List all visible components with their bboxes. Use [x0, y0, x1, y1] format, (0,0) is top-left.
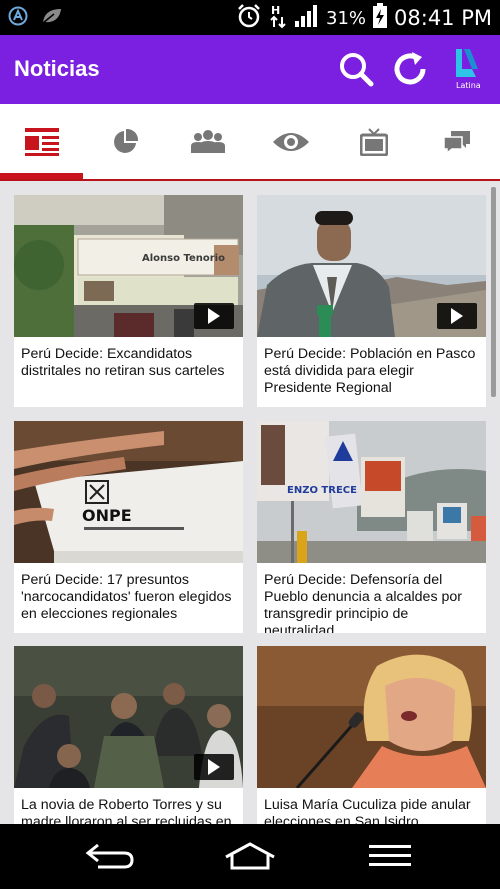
play-icon — [451, 308, 463, 324]
tab-watch[interactable] — [249, 104, 332, 179]
clock: 08:41 PM — [394, 6, 492, 30]
tab-tv[interactable] — [332, 104, 415, 179]
news-title: Perú Decide: Defensoría del Pueblo denun… — [264, 572, 462, 633]
tab-comments[interactable] — [415, 104, 498, 179]
back-button[interactable] — [80, 836, 140, 876]
news-title: Perú Decide: Excandidatos distritales no… — [21, 346, 225, 379]
news-card[interactable]: Alonso Tenorio Perú Decide: Excandidatos… — [14, 195, 243, 407]
news-thumbnail — [257, 646, 486, 788]
navigation-bar — [0, 824, 500, 889]
news-thumbnail — [14, 646, 243, 788]
battery-charging-icon — [372, 3, 388, 33]
scrollbar[interactable] — [491, 187, 496, 397]
play-button[interactable] — [437, 303, 477, 329]
svg-text:H: H — [271, 4, 280, 17]
home-button[interactable] — [220, 836, 280, 876]
network-h-icon: H — [268, 3, 288, 33]
search-button[interactable] — [336, 49, 376, 89]
people-icon — [190, 129, 225, 153]
app-bar: Noticias Latina — [0, 35, 500, 104]
tv-icon — [359, 127, 388, 156]
app-notification-icon — [8, 6, 28, 30]
banner-text: ONPE — [82, 506, 132, 525]
news-thumbnail: ONPE — [14, 421, 243, 563]
news-icon — [24, 127, 59, 156]
news-thumbnail — [257, 195, 486, 337]
play-icon — [208, 308, 220, 324]
pie-chart-icon — [113, 128, 138, 153]
tab-candidates[interactable] — [166, 104, 249, 179]
refresh-icon — [394, 52, 426, 85]
chat-icon — [442, 130, 470, 155]
play-button[interactable] — [194, 303, 234, 329]
search-icon — [340, 53, 374, 87]
tab-news[interactable] — [0, 104, 83, 179]
banner-text: ENZO TRECE — [287, 485, 357, 496]
news-thumbnail: ENZO TRECE — [257, 421, 486, 563]
alarm-icon — [236, 3, 262, 33]
play-button[interactable] — [194, 754, 234, 780]
latina-logo-text: Latina — [456, 81, 481, 90]
menu-button[interactable] — [360, 836, 420, 876]
signal-icon — [294, 4, 320, 32]
news-card[interactable]: ONPE Perú Decide: 17 presuntos 'narcocan… — [14, 421, 243, 633]
news-card[interactable]: Perú Decide: Población en Pasco está div… — [257, 195, 486, 407]
news-card[interactable]: Luisa María Cuculiza pide anular eleccio… — [257, 646, 486, 824]
latina-logo[interactable]: Latina — [448, 47, 488, 93]
news-title: Perú Decide: Población en Pasco está div… — [264, 346, 476, 396]
category-tabs — [0, 104, 500, 181]
news-feed[interactable]: Alonso Tenorio Perú Decide: Excandidatos… — [0, 181, 500, 824]
menu-icon — [369, 845, 411, 866]
news-card[interactable]: ENZO TRECE Perú Decide: Defensoría del P… — [257, 421, 486, 633]
refresh-button[interactable] — [390, 49, 430, 89]
news-thumbnail: Alonso Tenorio — [14, 195, 243, 337]
banner-text: Alonso Tenorio — [142, 253, 225, 264]
news-title: La novia de Roberto Torres y su madre ll… — [21, 797, 232, 824]
leaf-icon — [40, 6, 64, 30]
eye-icon — [272, 132, 309, 151]
news-title: Perú Decide: 17 presuntos 'narcocandidat… — [21, 572, 232, 622]
news-card[interactable]: La novia de Roberto Torres y su madre ll… — [14, 646, 243, 824]
status-bar: H 31% 08:41 PM — [0, 0, 500, 35]
back-icon — [85, 843, 134, 869]
home-icon — [225, 842, 275, 870]
page-title: Noticias — [14, 56, 100, 81]
news-title: Luisa María Cuculiza pide anular eleccio… — [264, 797, 471, 824]
battery-percent: 31% — [326, 7, 367, 29]
play-icon — [208, 759, 220, 775]
active-tab-indicator — [0, 173, 83, 179]
tab-results[interactable] — [83, 104, 166, 179]
